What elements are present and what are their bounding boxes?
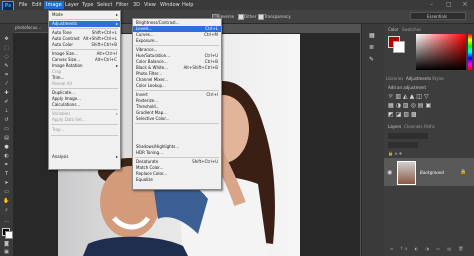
menu-image[interactable]: Image — [44, 1, 64, 9]
eyedropper-tool-icon[interactable]: ⁄ — [3, 81, 10, 87]
minimize-icon[interactable]: – — [430, 1, 433, 8]
type-tool-icon[interactable]: T — [3, 171, 10, 177]
menu-filter[interactable]: Filter — [114, 1, 130, 9]
history-brush-tool-icon[interactable]: ↺ — [3, 117, 10, 123]
crop-tool-icon[interactable]: ⌗ — [3, 72, 10, 78]
adjustment-icons-row1[interactable]: ☼▥◭▲◫▽ — [388, 93, 431, 100]
visibility-eye-icon[interactable]: ◉ — [387, 169, 392, 176]
edit-toolbar-icon[interactable]: … — [3, 218, 10, 224]
menu-item-reveal-all[interactable]: Reveal All — [49, 81, 120, 87]
tab-layers[interactable]: Layers — [388, 124, 401, 129]
maximize-icon[interactable]: □ — [446, 1, 452, 8]
marquee-tool-icon[interactable]: ⬚ — [3, 45, 10, 51]
menu-bar: Ps File Edit Image Layer Type Select Fil… — [0, 0, 474, 11]
path-select-tool-icon[interactable]: ➤ — [3, 180, 10, 186]
clone-stamp-tool-icon[interactable]: ⊥ — [3, 108, 10, 114]
menu-item-adjustments[interactable]: Adjustments ▸ — [49, 21, 120, 27]
add-adjustment-label: Add an adjustment — [388, 85, 427, 90]
adjustment-icons-row2[interactable]: ▦◑▨◎▤▣ — [388, 102, 433, 109]
blend-mode-select[interactable] — [388, 142, 418, 148]
menu-item-equalize[interactable]: Equalize — [133, 177, 221, 183]
panel-icon-strip: ▦ ≣ ✎ — [361, 24, 384, 256]
menu-view[interactable]: View — [142, 1, 158, 9]
eraser-tool-icon[interactable]: ▭ — [3, 126, 10, 132]
menu-item-analysis[interactable]: Analysis ▸ — [49, 154, 120, 160]
quick-select-tool-icon[interactable]: ✎ — [3, 63, 10, 69]
menu-item-mode[interactable]: Mode ▸ — [49, 12, 120, 18]
move-tool-icon[interactable]: ✥ — [3, 36, 10, 42]
adjustment-icons-row3[interactable]: ◩◪▧▩ — [388, 111, 419, 118]
menu-item-calculations[interactable]: Calculations... — [49, 102, 120, 108]
color-field[interactable] — [416, 34, 466, 70]
menu-edit[interactable]: Edit — [30, 1, 44, 9]
menu-item-selective-color[interactable]: Selective Color... — [133, 116, 221, 122]
menu-file[interactable]: File — [17, 1, 29, 9]
menu-item-trap[interactable]: Trap... — [49, 127, 120, 133]
blur-tool-icon[interactable]: ● — [3, 144, 10, 150]
layer-filter-select[interactable] — [388, 133, 428, 139]
brush-panel-icon[interactable]: ✎ — [369, 56, 374, 63]
menu-item-auto-color[interactable]: Auto Color Shift+Ctrl+B — [49, 42, 120, 48]
zoom-tool-icon[interactable]: ⌕ — [3, 207, 10, 213]
close-icon[interactable]: × — [462, 0, 468, 8]
menu-type[interactable]: Type — [80, 1, 95, 9]
background-color-swatch[interactable] — [5, 231, 13, 239]
brush-tool-icon[interactable]: ✐ — [3, 99, 10, 105]
tab-styles[interactable]: Styles — [432, 76, 444, 81]
image-menu-dropdown: Mode ▸ Adjustments ▸ Auto Tone Shift+Ctrl+L… — [48, 10, 121, 170]
menu-item-hdr-toning[interactable]: HDR Toning... — [133, 150, 221, 156]
tab-paths[interactable]: Paths — [424, 124, 435, 129]
menu-select[interactable]: Select — [95, 1, 114, 9]
transparency-label: Transparency — [264, 14, 291, 19]
shape-tool-icon[interactable]: ▭ — [3, 189, 10, 195]
dither-label: Dither — [244, 14, 257, 19]
menu-item-exposure[interactable]: Exposure... — [133, 38, 221, 44]
hue-slider[interactable] — [468, 34, 472, 70]
dodge-tool-icon[interactable]: ◐ — [3, 153, 10, 159]
menu-layer[interactable]: Layer — [63, 1, 81, 9]
menu-help[interactable]: Help — [180, 1, 195, 9]
screen-mode-icon[interactable]: ▣ — [3, 249, 10, 255]
menu-item-color-lookup[interactable]: Color Lookup... — [133, 83, 221, 89]
tab-swatches[interactable]: Swatches — [402, 27, 421, 32]
lock-icon: 🔒 — [460, 169, 467, 175]
lock-icons[interactable]: 🔒 ⊕ ✥ — [388, 151, 402, 156]
lasso-tool-icon[interactable]: ◌ — [3, 54, 10, 60]
tab-libraries[interactable]: Libraries — [386, 76, 403, 81]
healing-brush-tool-icon[interactable]: ✚ — [3, 90, 10, 96]
pen-tool-icon[interactable]: ✒ — [3, 162, 10, 168]
tools-panel: ✥ ⬚ ◌ ✎ ⌗ ⁄ ✚ ✐ ⊥ ↺ ▭ ▤ ● ◐ ✒ T ➤ ▭ ✋ ⌕ … — [0, 24, 14, 256]
menu-3d[interactable]: 3D — [131, 1, 142, 9]
hand-tool-icon[interactable]: ✋ — [3, 198, 10, 204]
background-color-chip[interactable] — [393, 41, 405, 53]
properties-panel-icon[interactable]: ≣ — [369, 44, 374, 51]
gradient-tool-icon[interactable]: ▤ — [3, 135, 10, 141]
tab-adjustments[interactable]: Adjustments — [406, 76, 431, 81]
layer-name: Background — [420, 170, 444, 175]
layers-footer-icons[interactable]: ∞ fx ◐ ◑ ▭ ▤ 🗑 — [390, 246, 466, 251]
tab-color[interactable]: Color — [388, 27, 398, 32]
history-panel-icon[interactable]: ▦ — [369, 32, 375, 39]
layer-thumbnail — [397, 161, 416, 185]
workspace-select[interactable]: Essentials — [410, 12, 466, 20]
menu-item-apply-data-set[interactable]: Apply Data Set... — [49, 117, 120, 123]
quick-mask-icon[interactable]: ◙ — [3, 241, 10, 247]
tab-channels[interactable]: Channels — [404, 124, 423, 129]
adjustments-submenu: Brightness/Contrast... Levels... Ctrl+L C… — [132, 18, 222, 190]
menu-window[interactable]: Window — [158, 1, 182, 9]
